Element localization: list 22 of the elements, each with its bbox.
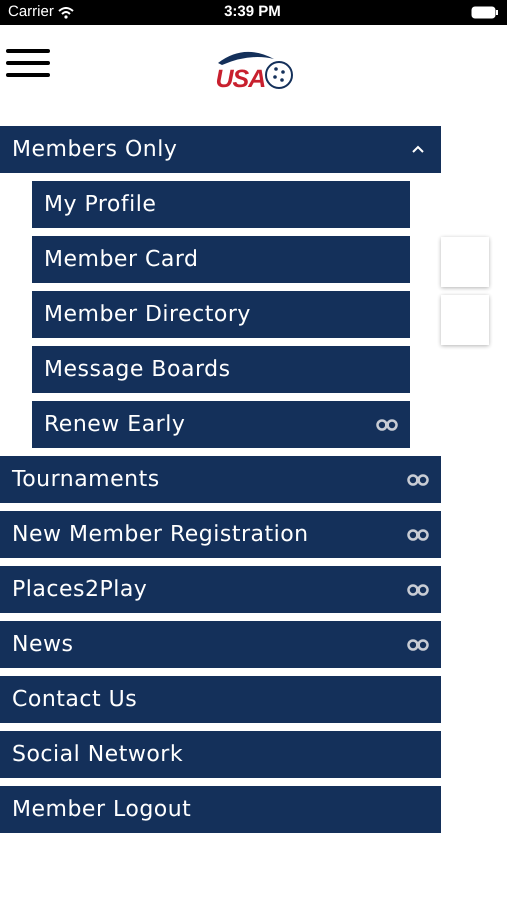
menu-icon[interactable]	[6, 47, 50, 79]
status-time: 3:39 PM	[224, 2, 281, 22]
background-card	[441, 295, 489, 345]
menu-item[interactable]: Member Card	[32, 236, 410, 283]
menu-item[interactable]: Places2Play	[0, 566, 441, 613]
chevron-icon	[411, 145, 425, 154]
background-card	[441, 237, 489, 287]
carrier-label: Carrier	[8, 2, 54, 22]
menu-item[interactable]: Renew Early	[32, 401, 410, 448]
menu-item[interactable]: News	[0, 621, 441, 668]
menu-item[interactable]: Members Only	[0, 126, 441, 173]
menu-item[interactable]: Contact Us	[0, 676, 441, 723]
menu-item[interactable]: New Member Registration	[0, 511, 441, 558]
menu-item[interactable]: Tournaments	[0, 456, 441, 503]
menu-item[interactable]: Member Logout	[0, 786, 441, 833]
menu-item[interactable]: Social Network	[0, 731, 441, 778]
menu-item[interactable]: Member Directory	[32, 291, 410, 338]
menu-item[interactable]: Message Boards	[32, 346, 410, 393]
wifi-icon	[58, 6, 74, 18]
logo-text: USA	[216, 67, 266, 92]
battery-icon	[470, 6, 499, 19]
menu-item[interactable]: My Profile	[32, 181, 410, 228]
